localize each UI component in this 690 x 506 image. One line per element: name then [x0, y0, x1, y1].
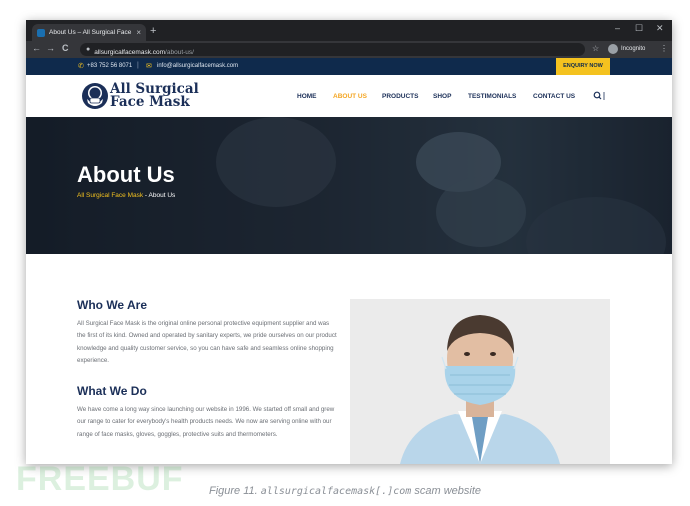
top-bar: ✆ +83 752 56 8071 | ✉ info@allsurgicalfa…: [26, 58, 672, 75]
back-icon[interactable]: ←: [32, 43, 41, 53]
what-we-do-text: We have come a long way since launching …: [77, 406, 335, 438]
minimize-icon[interactable]: –: [615, 23, 620, 33]
topbar-separator: |: [137, 62, 139, 69]
close-window-icon[interactable]: ✕: [656, 23, 664, 34]
lock-icon: ●: [86, 46, 91, 53]
about-content: Who We Are All Surgical Face Mask is the…: [26, 254, 672, 464]
browser-toolbar: ← → C ● allsurgicalfacemask.com/about-us…: [26, 41, 672, 58]
reload-icon[interactable]: C: [62, 43, 69, 53]
tab-title: About Us – All Surgical Face Mask: [49, 29, 132, 36]
phone-icon: ✆: [78, 63, 84, 70]
search-icon[interactable]: [593, 91, 605, 101]
nav-home[interactable]: HOME: [297, 93, 317, 100]
nav-products[interactable]: PRODUCTS: [382, 93, 418, 100]
bookmark-star-icon[interactable]: ☆: [592, 44, 599, 53]
favicon-icon: [37, 28, 45, 37]
email-icon: ✉: [146, 63, 152, 70]
who-we-are-heading: Who We Are: [77, 298, 148, 312]
url-path: /about-us/: [165, 48, 194, 56]
url: allsurgicalfacemask.com/about-us/: [94, 41, 194, 59]
man-with-mask-illustration: [400, 315, 560, 464]
nav-shop[interactable]: SHOP: [433, 93, 451, 100]
topbar-phone[interactable]: +83 752 56 8071: [87, 63, 132, 69]
what-we-do-heading: What We Do: [77, 384, 147, 398]
man-with-mask-photo: [350, 299, 610, 464]
figure-caption: Figure 11. allsurgicalfacemask[.]com sca…: [0, 485, 690, 497]
browser-menu-icon[interactable]: ⋮: [660, 44, 668, 53]
incognito-icon: [608, 44, 618, 54]
hero-banner: About Us All Surgical Face Mask - About …: [26, 117, 672, 254]
url-host: allsurgicalfacemask.com: [94, 48, 166, 56]
forward-icon[interactable]: →: [46, 43, 55, 53]
caption-prefix: Figure 11.: [209, 485, 261, 497]
logo-mask-icon[interactable]: [81, 82, 109, 110]
incognito-label: Incognito: [621, 46, 646, 52]
tab-close-icon[interactable]: ×: [136, 28, 141, 37]
new-tab-icon[interactable]: +: [150, 25, 156, 37]
logo-line2: Face Mask: [110, 94, 190, 110]
website: ✆ +83 752 56 8071 | ✉ info@allsurgicalfa…: [26, 58, 672, 464]
topbar-email[interactable]: info@allsurgicalfacemask.com: [157, 63, 238, 69]
caption-domain: allsurgicalfacemask[.]com: [260, 486, 412, 497]
tab-strip: About Us – All Surgical Face Mask × + – …: [26, 20, 672, 41]
logo-text[interactable]: All Surgical Face Mask: [110, 82, 199, 110]
browser-tab[interactable]: About Us – All Surgical Face Mask ×: [32, 24, 146, 41]
address-bar[interactable]: ● allsurgicalfacemask.com/about-us/: [80, 43, 585, 56]
breadcrumb-home-link[interactable]: All Surgical Face Mask: [77, 192, 143, 199]
nav-about-us[interactable]: ABOUT US: [333, 93, 367, 100]
nav-testimonials[interactable]: TESTIMONIALS: [468, 93, 516, 100]
caption-suffix: scam website: [411, 485, 481, 497]
site-header: All Surgical Face Mask HOME ABOUT US PRO…: [26, 75, 672, 117]
breadcrumb: All Surgical Face Mask - About Us: [77, 192, 175, 199]
nav-contact-us[interactable]: CONTACT US: [533, 93, 575, 100]
browser-window: About Us – All Surgical Face Mask × + – …: [26, 20, 672, 464]
breadcrumb-current: About Us: [148, 192, 176, 199]
page-title: About Us: [77, 162, 175, 187]
who-we-are-text: All Surgical Face Mask is the original o…: [77, 320, 337, 365]
incognito-profile[interactable]: Incognito: [608, 44, 645, 54]
enquiry-now-button[interactable]: ENQUIRY NOW: [556, 58, 610, 75]
maximize-icon[interactable]: ☐: [635, 23, 643, 34]
